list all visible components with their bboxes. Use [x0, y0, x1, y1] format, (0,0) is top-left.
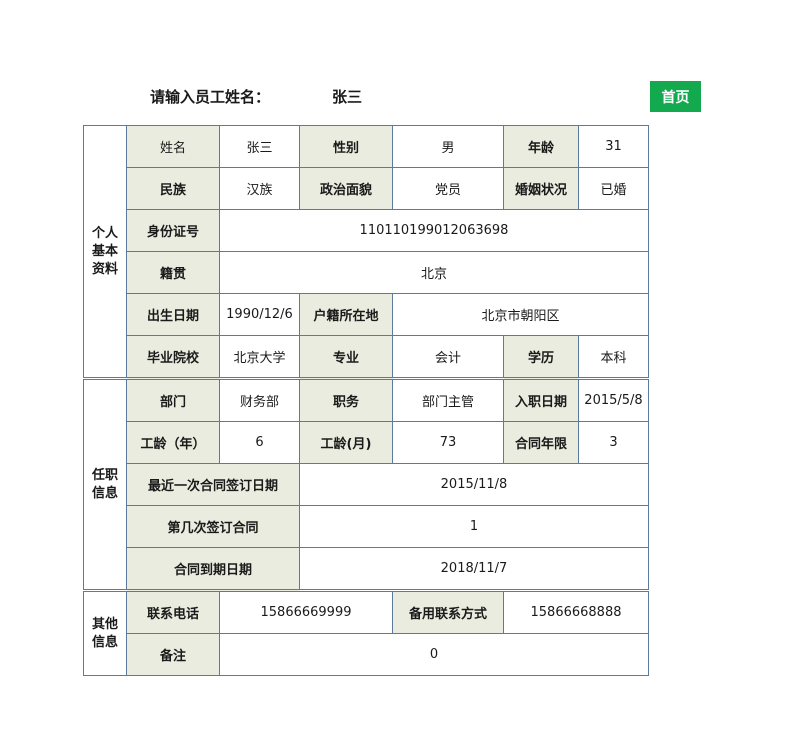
table-row: 民族 汉族 政治面貌 党员 婚姻状况 已婚 [84, 167, 649, 210]
native-label: 籍贯 [126, 251, 220, 294]
table-row: 合同到期日期 2018/11/7 [84, 547, 649, 591]
dept-label: 部门 [126, 377, 220, 422]
table-row: 最近一次合同签订日期 2015/11/8 [84, 463, 649, 506]
birth-label: 出生日期 [126, 293, 220, 336]
native-value[interactable]: 北京 [219, 251, 649, 294]
phone-label: 联系电话 [126, 589, 220, 634]
years-label: 工龄（年） [126, 421, 220, 464]
position-label: 职务 [299, 377, 393, 422]
household-value[interactable]: 北京市朝阳区 [392, 293, 649, 336]
months-value[interactable]: 73 [392, 421, 504, 464]
years-value[interactable]: 6 [219, 421, 300, 464]
employee-name-prompt: 请输入员工姓名： [150, 88, 271, 106]
expire-value[interactable]: 2018/11/7 [299, 547, 649, 591]
age-value[interactable]: 31 [578, 125, 649, 168]
expire-label: 合同到期日期 [126, 547, 300, 591]
alt-contact-label: 备用联系方式 [392, 589, 504, 634]
phone-value[interactable]: 15866669999 [219, 589, 393, 634]
last-sign-label: 最近一次合同签订日期 [126, 463, 300, 506]
table-row: 其他信息 联系电话 15866669999 备用联系方式 15866668888 [83, 589, 649, 676]
education-label: 学历 [503, 335, 579, 379]
gender-value[interactable]: 男 [392, 125, 504, 168]
political-value[interactable]: 党员 [392, 167, 504, 210]
school-label: 毕业院校 [126, 335, 220, 379]
birth-value[interactable]: 1990/12/6 [219, 293, 300, 336]
section-personal: 个人基本资料 [83, 125, 127, 379]
marital-value[interactable]: 已婚 [578, 167, 649, 210]
sign-count-label: 第几次签订合同 [126, 505, 300, 548]
id-label: 身份证号 [126, 209, 220, 252]
months-label: 工龄(月) [299, 421, 393, 464]
household-label: 户籍所在地 [299, 293, 393, 336]
name-label: 姓名 [126, 125, 220, 168]
marital-label: 婚姻状况 [503, 167, 579, 210]
table-row: 出生日期 1990/12/6 户籍所在地 北京市朝阳区 [84, 293, 649, 336]
table-row: 工龄（年） 6 工龄(月) 73 合同年限 3 [84, 421, 649, 464]
ethnicity-label: 民族 [126, 167, 220, 210]
school-value[interactable]: 北京大学 [219, 335, 300, 379]
note-value[interactable]: 0 [219, 633, 649, 676]
table-row: 身份证号 110110199012063698 [84, 209, 649, 252]
major-value[interactable]: 会计 [392, 335, 504, 379]
table-row: 第几次签订合同 1 [84, 505, 649, 548]
ethnicity-value[interactable]: 汉族 [219, 167, 300, 210]
hire-date-value[interactable]: 2015/5/8 [578, 377, 649, 422]
age-label: 年龄 [503, 125, 579, 168]
sign-count-value[interactable]: 1 [299, 505, 649, 548]
table-row: 个人基本资料 姓名 张三 性别 男 年龄 31 [83, 125, 649, 379]
home-button[interactable]: 首页 [650, 81, 701, 112]
note-label: 备注 [126, 633, 220, 676]
dept-value[interactable]: 财务部 [219, 377, 300, 422]
section-other: 其他信息 [83, 589, 127, 676]
table-row: 备注 0 [84, 633, 649, 676]
table-row: 毕业院校 北京大学 专业 会计 学历 本科 [84, 335, 649, 379]
position-value[interactable]: 部门主管 [392, 377, 504, 422]
contract-years-label: 合同年限 [503, 421, 579, 464]
name-value[interactable]: 张三 [219, 125, 300, 168]
id-value[interactable]: 110110199012063698 [219, 209, 649, 252]
hire-date-label: 入职日期 [503, 377, 579, 422]
last-sign-value[interactable]: 2015/11/8 [299, 463, 649, 506]
table-row: 任职信息 部门 财务部 职务 部门主管 入职日期 2015/5/8 [83, 377, 649, 591]
education-value[interactable]: 本科 [578, 335, 649, 379]
table-row: 籍贯 北京 [84, 251, 649, 294]
employee-info-table: 个人基本资料 姓名 张三 性别 男 年龄 31 民族 汉族 政治面貌 党员 婚姻… [83, 125, 649, 676]
section-employment: 任职信息 [83, 377, 127, 591]
alt-contact-value[interactable]: 15866668888 [503, 589, 649, 634]
political-label: 政治面貌 [299, 167, 393, 210]
gender-label: 性别 [299, 125, 393, 168]
major-label: 专业 [299, 335, 393, 379]
contract-years-value[interactable]: 3 [578, 421, 649, 464]
employee-name-input[interactable]: 张三 [332, 86, 362, 107]
